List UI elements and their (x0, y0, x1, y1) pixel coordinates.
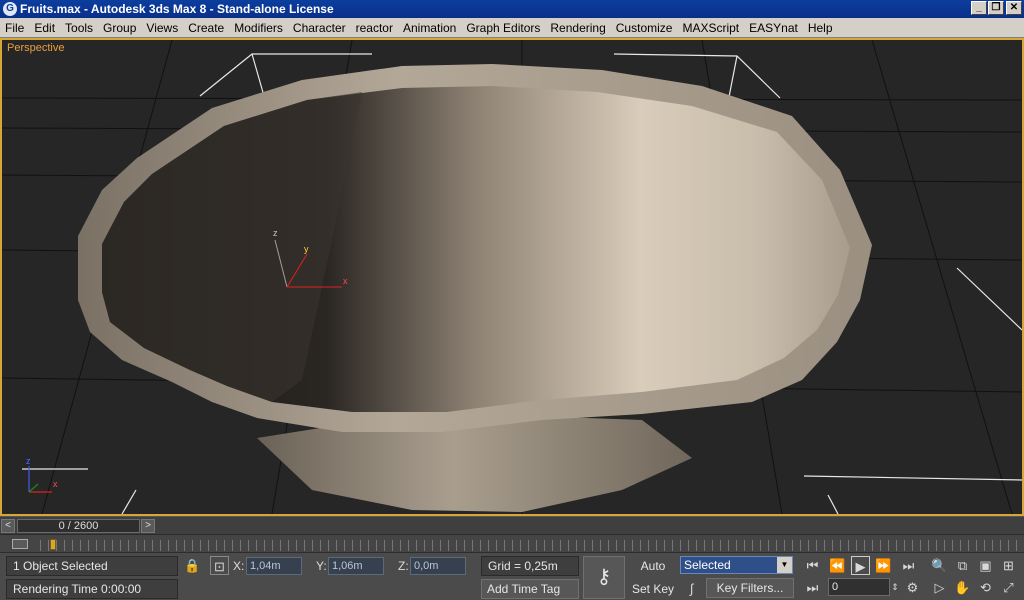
time-prev-button[interactable]: < (1, 519, 15, 533)
menu-group[interactable]: Group (98, 18, 141, 38)
viewport-canvas: z x y z x (2, 40, 1022, 514)
pan-hand-icon[interactable]: ✋ (953, 578, 972, 597)
key-mode-value: Selected (684, 558, 731, 572)
restore-icon[interactable]: ❐ (988, 1, 1004, 15)
gizmo-z-label: z (273, 228, 278, 238)
corner-x-label: x (53, 479, 58, 489)
menu-help[interactable]: Help (803, 18, 838, 38)
3ds-max-logo-icon: G (3, 2, 17, 16)
perspective-viewport[interactable]: z x y z x Perspective (0, 38, 1024, 516)
menu-animation[interactable]: Animation (398, 18, 461, 38)
auto-key-button[interactable]: Auto Key (628, 556, 678, 592)
track-bar-ticks (40, 540, 1020, 551)
menu-reactor[interactable]: reactor (351, 18, 398, 38)
set-key-button[interactable]: Set Key (628, 579, 678, 599)
z-coordinate-field[interactable]: 0,0m (410, 557, 466, 575)
current-frame-field[interactable]: 0 (828, 578, 890, 596)
time-slider[interactable]: < 0 / 2600 > (0, 516, 1024, 534)
menu-customize[interactable]: Customize (611, 18, 678, 38)
menu-file[interactable]: File (0, 18, 29, 38)
app-window: G Fruits.max - Autodesk 3ds Max 8 - Stan… (0, 0, 1024, 600)
add-time-tag-button[interactable]: Add Time Tag (481, 579, 579, 599)
track-bar-icon[interactable] (12, 539, 28, 549)
menu-edit[interactable]: Edit (29, 18, 60, 38)
field-of-view-icon[interactable]: ▷ (930, 578, 949, 597)
zoom-extents-all-icon[interactable]: ⊞ (999, 556, 1018, 575)
menu-create[interactable]: Create (183, 18, 229, 38)
menu-modifiers[interactable]: Modifiers (229, 18, 288, 38)
window-title: Fruits.max - Autodesk 3ds Max 8 - Stand-… (20, 2, 334, 16)
time-next-button[interactable]: > (141, 519, 155, 533)
zoom-all-icon[interactable]: ⧉ (953, 556, 972, 575)
title-bar: G Fruits.max - Autodesk 3ds Max 8 - Stan… (0, 0, 1024, 18)
menu-bar: File Edit Tools Group Views Create Modif… (0, 18, 1024, 38)
menu-graph-editors[interactable]: Graph Editors (461, 18, 545, 38)
next-frame-icon[interactable]: ⏩ (874, 556, 893, 575)
go-to-start-icon[interactable]: ⏮ (803, 556, 822, 575)
time-configuration-icon[interactable]: ⚙ (903, 578, 922, 597)
key-mode-toggle-icon[interactable]: ⏭ (803, 578, 822, 597)
previous-frame-icon[interactable]: ⏪ (828, 556, 847, 575)
menu-character[interactable]: Character (288, 18, 351, 38)
y-coordinate-field[interactable]: 1,06m (328, 557, 384, 575)
prompt-line: Rendering Time 0:00:00 (6, 579, 178, 599)
menu-views[interactable]: Views (141, 18, 183, 38)
play-icon[interactable]: ▶ (851, 556, 870, 575)
chevron-down-icon[interactable]: ▼ (777, 557, 792, 573)
set-key-icon[interactable]: ⚷ (583, 556, 625, 599)
viewport-label[interactable]: Perspective (7, 42, 64, 54)
menu-tools[interactable]: Tools (60, 18, 98, 38)
menu-easynat[interactable]: EASYnat (744, 18, 803, 38)
track-bar[interactable] (0, 534, 1024, 552)
time-slider-thumb[interactable]: 0 / 2600 (17, 519, 140, 533)
maximize-viewport-icon[interactable]: ⤢ (999, 578, 1018, 597)
grid-size-display: Grid = 0,25m (481, 556, 579, 576)
go-to-end-icon[interactable]: ⏭ (899, 556, 918, 575)
x-label: X: (233, 559, 245, 573)
key-mode-dropdown[interactable]: Selected ▼ (680, 556, 793, 574)
minimize-icon[interactable]: _ (971, 1, 987, 15)
menu-maxscript[interactable]: MAXScript (677, 18, 744, 38)
zoom-extents-icon[interactable]: ▣ (976, 556, 995, 575)
bowl-model (78, 64, 872, 512)
gizmo-x-label: x (343, 276, 348, 286)
keyframe-marker[interactable] (50, 539, 56, 550)
y-label: Y: (316, 559, 327, 573)
key-filters-button[interactable]: Key Filters... (706, 578, 794, 598)
key-tangent-icon[interactable]: ∫ (682, 579, 701, 598)
menu-rendering[interactable]: Rendering (545, 18, 610, 38)
arc-rotate-icon[interactable]: ⟲ (976, 578, 995, 597)
corner-z-label: z (26, 456, 31, 466)
x-coordinate-field[interactable]: 1,04m (246, 557, 302, 575)
frame-spinner-icon[interactable]: ⇕ (890, 578, 900, 597)
z-label: Z: (398, 559, 409, 573)
status-bar: 1 Object Selected Rendering Time 0:00:00… (0, 552, 1024, 600)
selection-status: 1 Object Selected (6, 556, 178, 576)
gizmo-y-label: y (304, 244, 309, 254)
zoom-icon[interactable]: 🔍 (930, 556, 949, 575)
close-icon[interactable]: ✕ (1006, 1, 1022, 15)
absolute-mode-icon[interactable]: ⊡ (210, 556, 229, 575)
lock-selection-icon[interactable]: 🔒 (183, 556, 202, 575)
